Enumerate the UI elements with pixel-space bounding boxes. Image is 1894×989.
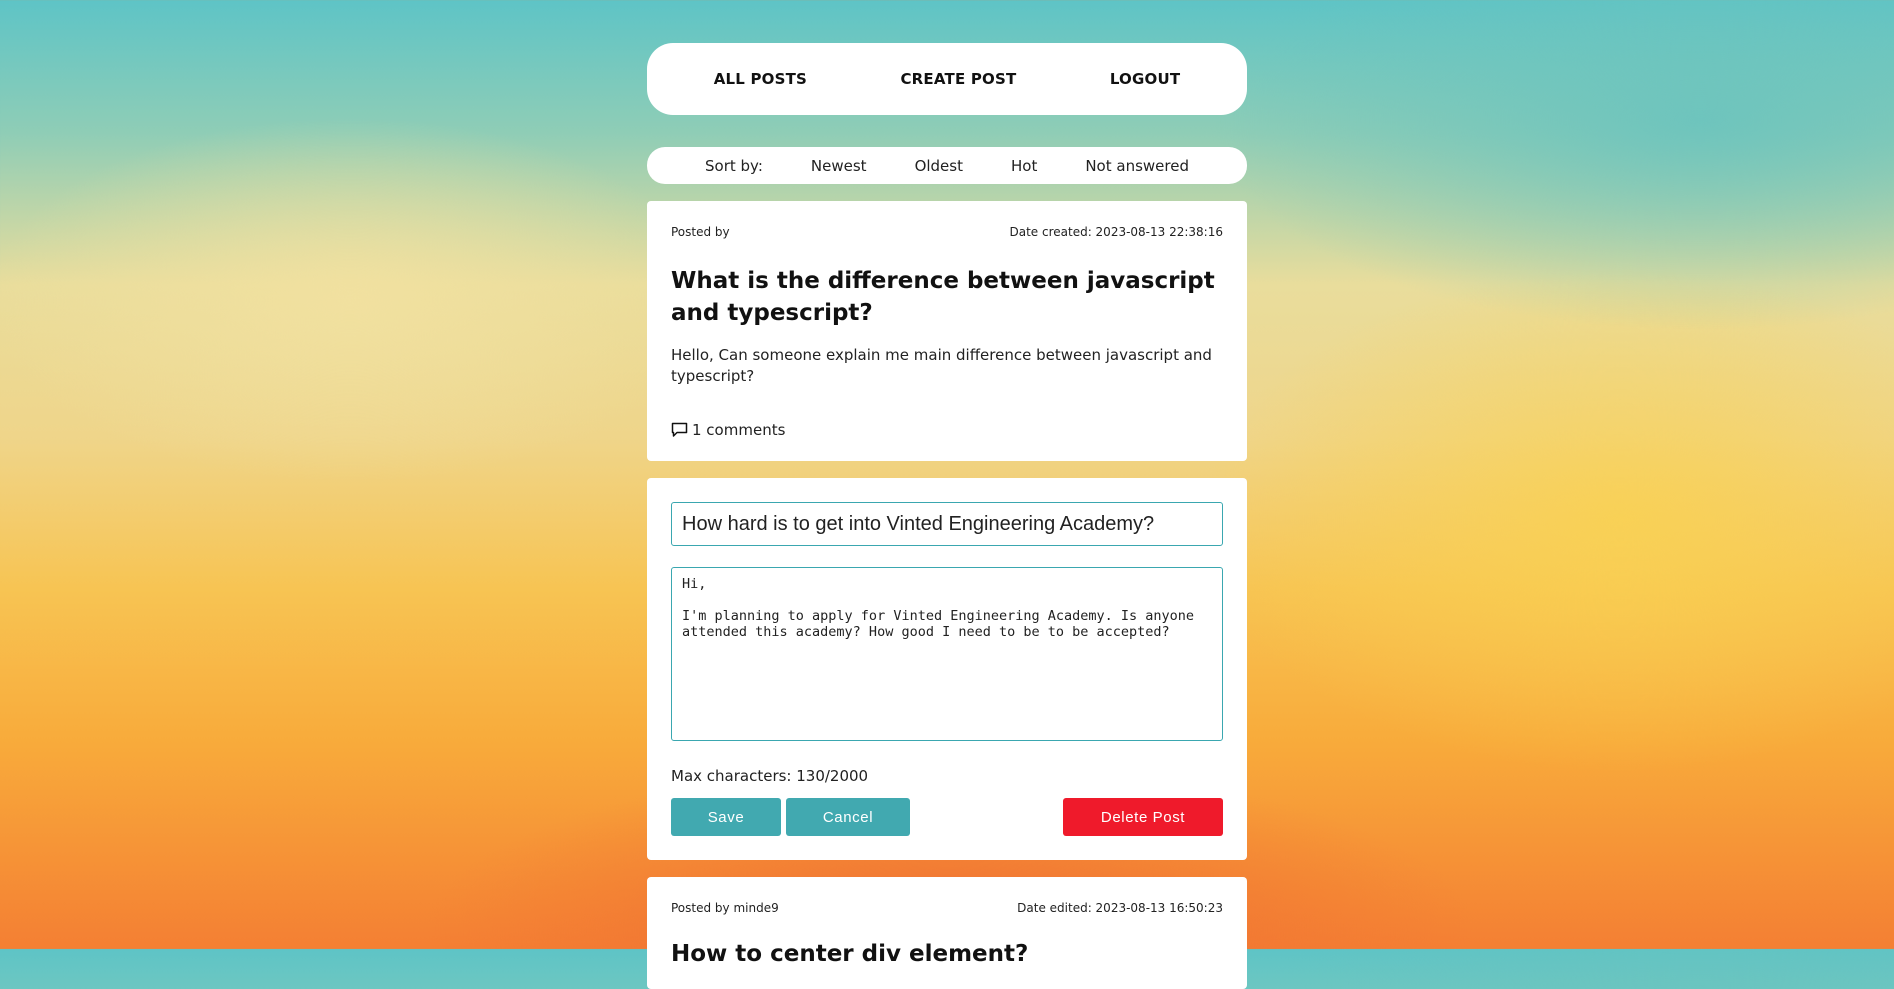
post-body: Hello, Can someone explain me main diffe… bbox=[671, 346, 1212, 385]
sort-label: Sort by: bbox=[705, 156, 763, 175]
nav-logout[interactable]: LOGOUT bbox=[1110, 70, 1180, 88]
top-navigation: ALL POSTS CREATE POST LOGOUT bbox=[647, 43, 1247, 115]
edit-actions: Save Cancel Delete Post bbox=[671, 798, 1223, 836]
post-date: Date edited: 2023-08-13 16:50:23 bbox=[1017, 901, 1223, 915]
nav-all-posts[interactable]: ALL POSTS bbox=[714, 70, 807, 88]
post-title[interactable]: How to center div element? bbox=[671, 941, 1223, 967]
post-author: Posted by bbox=[671, 225, 730, 239]
post-title[interactable]: What is the difference between javascrip… bbox=[671, 265, 1223, 329]
post-card: Posted by minde9 Date edited: 2023-08-13… bbox=[647, 877, 1247, 989]
sort-oldest[interactable]: Oldest bbox=[915, 157, 963, 175]
comment-icon bbox=[671, 422, 688, 438]
post-meta: Posted by Date created: 2023-08-13 22:38… bbox=[671, 225, 1223, 239]
save-button[interactable]: Save bbox=[671, 798, 781, 836]
sort-bar: Sort by: Newest Oldest Hot Not answered bbox=[647, 147, 1247, 184]
delete-post-button[interactable]: Delete Post bbox=[1063, 798, 1223, 836]
post-date: Date created: 2023-08-13 22:38:16 bbox=[1009, 225, 1223, 239]
sort-newest[interactable]: Newest bbox=[811, 157, 867, 175]
nav-create-post[interactable]: CREATE POST bbox=[900, 70, 1016, 88]
sort-hot[interactable]: Hot bbox=[1011, 157, 1037, 175]
post-title-input[interactable] bbox=[671, 502, 1223, 546]
post-comments-link[interactable]: 1 comments bbox=[671, 421, 1223, 439]
sort-not-answered[interactable]: Not answered bbox=[1085, 157, 1189, 175]
comments-count: 1 comments bbox=[692, 421, 786, 439]
page-column: ALL POSTS CREATE POST LOGOUT Sort by: Ne… bbox=[647, 43, 1247, 989]
cancel-button[interactable]: Cancel bbox=[786, 798, 910, 836]
edit-post-card: Hi, I'm planning to apply for Vinted Eng… bbox=[647, 478, 1247, 860]
post-author: Posted by minde9 bbox=[671, 901, 779, 915]
post-body-textarea[interactable]: Hi, I'm planning to apply for Vinted Eng… bbox=[671, 567, 1223, 741]
character-counter: Max characters: 130/2000 bbox=[671, 767, 869, 785]
post-meta: Posted by minde9 Date edited: 2023-08-13… bbox=[671, 901, 1223, 915]
post-card: Posted by Date created: 2023-08-13 22:38… bbox=[647, 201, 1247, 461]
